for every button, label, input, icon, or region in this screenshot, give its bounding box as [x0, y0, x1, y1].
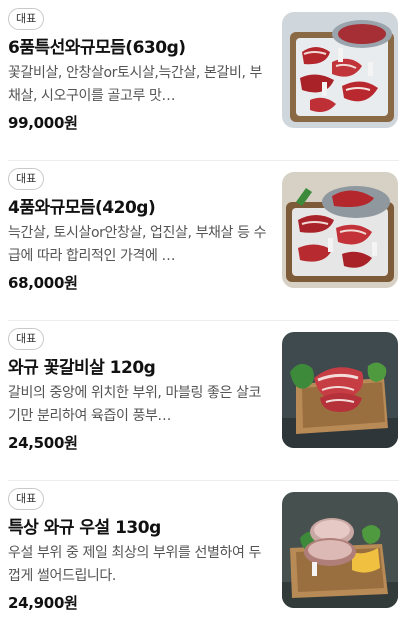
menu-item-name: 와규 꽃갈비살 120g: [8, 358, 156, 378]
wagyu-platter-image-icon: [282, 172, 398, 288]
menu-item-photo[interactable]: [282, 12, 398, 128]
menu-item-price: 24,500원: [8, 434, 78, 452]
menu-list: 대표 6품특선와규모듬(630g) 꽃갈비살, 안창살or토시살,늑간살, 본갈…: [0, 0, 407, 640]
menu-item-description: 갈비의 중앙에 위치한 부위, 마블링 좋은 살코기만 분리하여 육즙이 풍부…: [8, 385, 261, 424]
menu-item-description: 우설 부위 중 제일 최상의 부위를 선별하여 두껍게 썰어드립니다.: [8, 545, 261, 584]
signature-badge: 대표: [8, 168, 45, 190]
menu-item-photo[interactable]: [282, 332, 398, 448]
menu-item[interactable]: 대표 6품특선와규모듬(630g) 꽃갈비살, 안창살or토시살,늑간살, 본갈…: [0, 0, 407, 160]
signature-badge: 대표: [8, 328, 45, 350]
menu-item[interactable]: 대표 특상 와규 우설 130g 우설 부위 중 제일 최상의 부위를 선별하여…: [0, 480, 407, 640]
menu-item-name: 특상 와규 우설 130g: [8, 518, 161, 538]
menu-item-name: 4품와규모듬(420g): [8, 198, 156, 218]
menu-item[interactable]: 대표 와규 꽃갈비살 120g 갈비의 중앙에 위치한 부위, 마블링 좋은 살…: [0, 320, 407, 480]
wagyu-rib-box-image-icon: [282, 332, 398, 448]
menu-item-photo[interactable]: [282, 172, 398, 288]
wagyu-platter-image-icon: [282, 12, 398, 128]
menu-item[interactable]: 대표 4품와규모듬(420g) 늑간살, 토시살or안창살, 업진살, 부채살 …: [0, 160, 407, 320]
menu-item-description: 꽃갈비살, 안창살or토시살,늑간살, 본갈비, 부채살, 시오구이를 골고루 …: [8, 65, 263, 104]
signature-badge: 대표: [8, 8, 45, 30]
menu-item-name: 6품특선와규모듬(630g): [8, 38, 186, 58]
menu-item-description: 늑간살, 토시살or안창살, 업진살, 부채살 등 수급에 따라 합리적인 가격…: [8, 225, 267, 264]
signature-badge: 대표: [8, 488, 45, 510]
menu-item-price: 24,900원: [8, 594, 78, 612]
menu-item-photo[interactable]: [282, 492, 398, 608]
wagyu-tongue-box-image-icon: [282, 492, 398, 608]
menu-item-price: 68,000원: [8, 274, 78, 292]
menu-item-price: 99,000원: [8, 114, 78, 132]
